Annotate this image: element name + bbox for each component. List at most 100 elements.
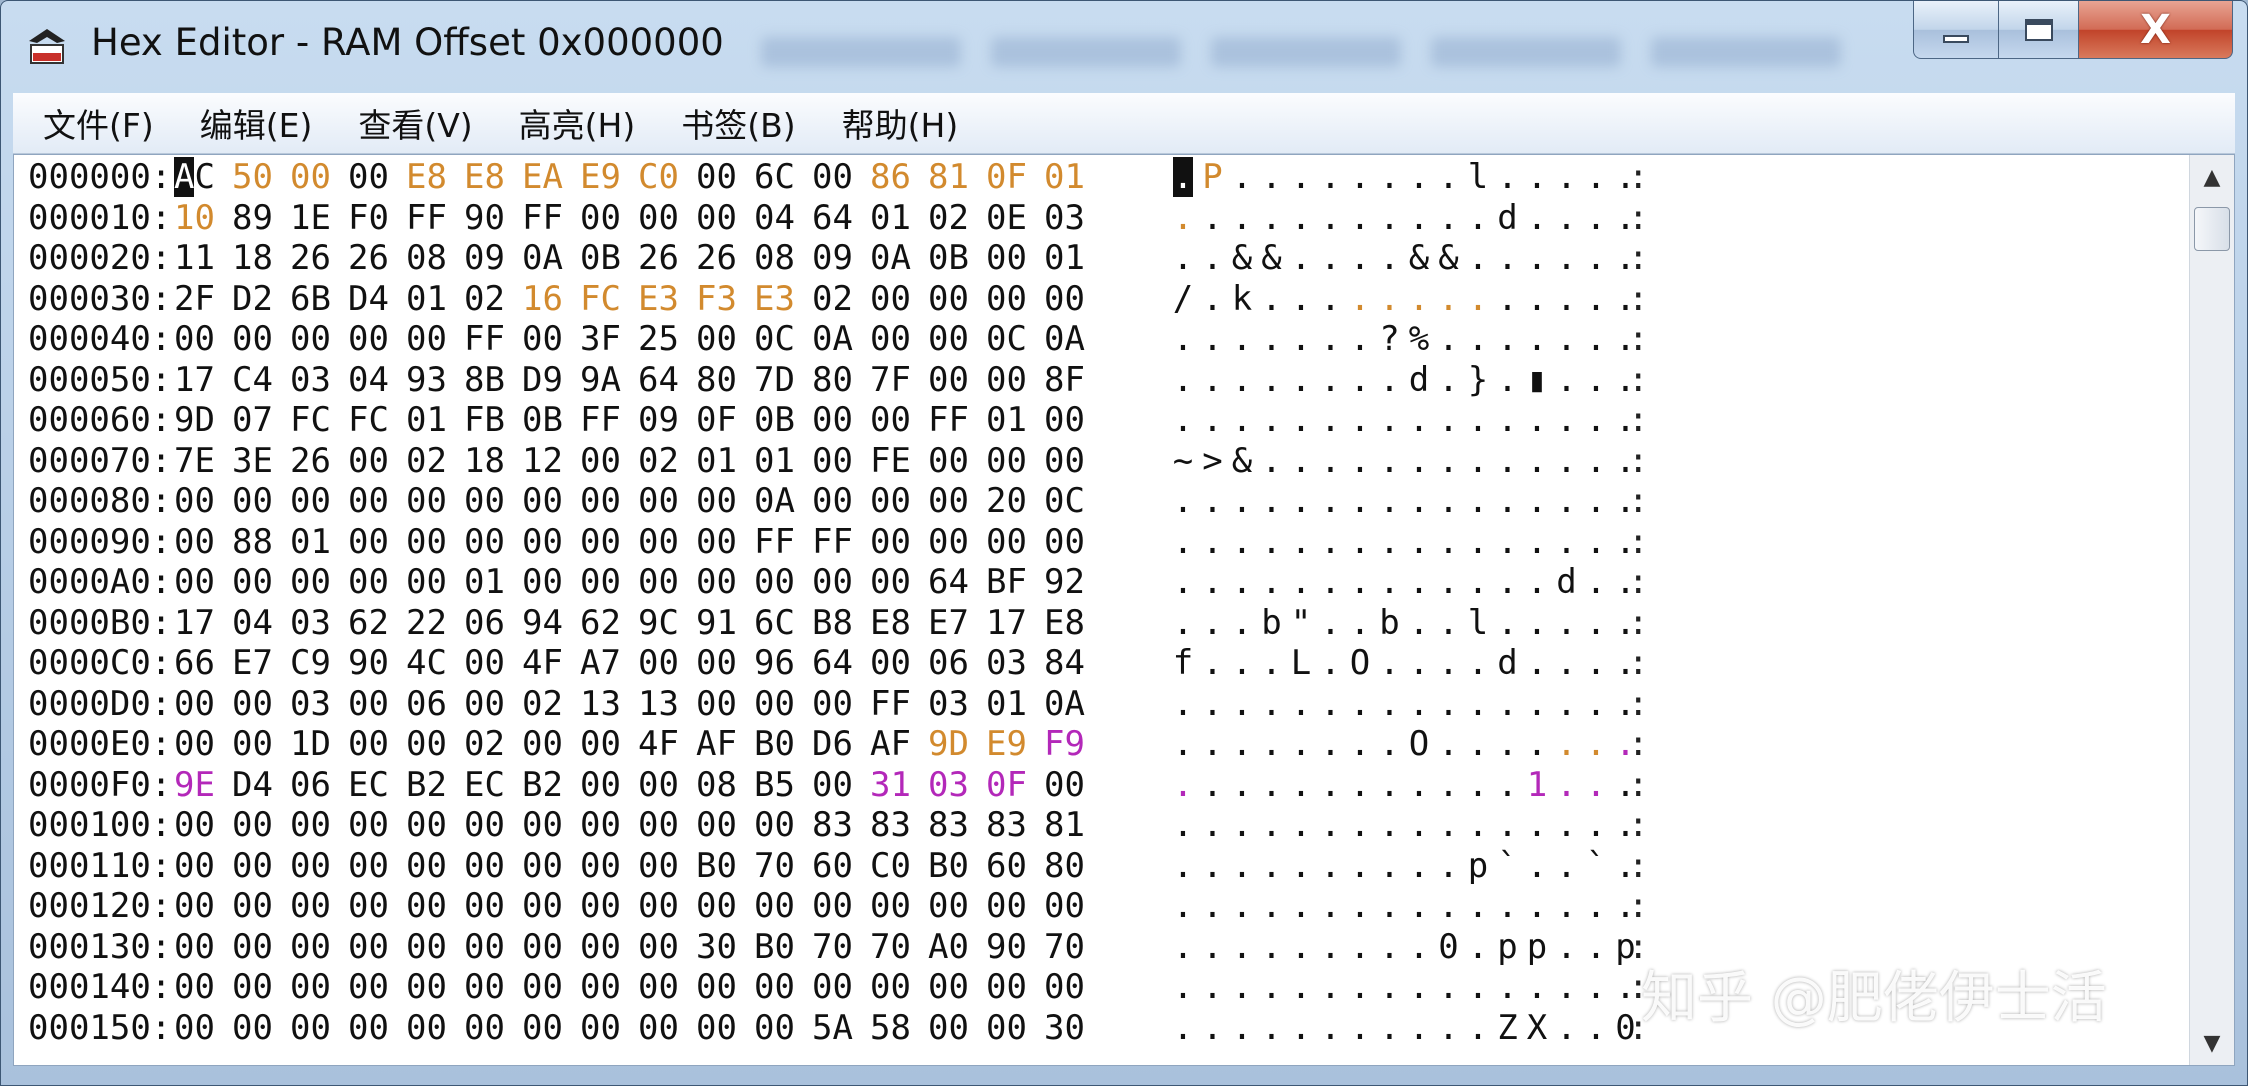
hex-byte[interactable]: E9 (580, 157, 621, 197)
hex-byte[interactable]: A7 (580, 643, 621, 683)
ascii-char[interactable]: . (1316, 441, 1346, 481)
hex-byte[interactable]: 00 (522, 886, 563, 926)
hex-byte[interactable]: 00 (696, 684, 737, 724)
ascii-char[interactable]: . (1611, 441, 1641, 481)
scroll-down-arrow-icon[interactable]: ▼ (2190, 1021, 2234, 1065)
hex-byte[interactable]: 91 (696, 603, 737, 643)
hex-byte[interactable]: 00 (406, 562, 447, 602)
hex-byte[interactable]: 83 (870, 805, 911, 845)
hex-byte[interactable]: 80 (812, 360, 853, 400)
ascii-char[interactable]: . (1375, 562, 1405, 602)
hex-byte[interactable]: 00 (232, 886, 273, 926)
ascii-char[interactable]: . (1434, 684, 1464, 724)
hex-byte[interactable]: 00 (638, 846, 679, 886)
ascii-char[interactable]: . (1552, 684, 1582, 724)
scroll-up-arrow-icon[interactable]: ▲ (2190, 155, 2234, 199)
hex-byte[interactable]: 9E (174, 765, 215, 805)
hex-byte[interactable]: 00 (580, 886, 621, 926)
ascii-char[interactable]: . (1227, 846, 1257, 886)
hex-byte[interactable]: 00 (638, 522, 679, 562)
hex-byte[interactable]: 0A (870, 238, 911, 278)
ascii-char[interactable]: . (1345, 562, 1375, 602)
ascii-char[interactable]: P (1198, 157, 1228, 197)
hex-byte[interactable]: 00 (174, 805, 215, 845)
hex-byte[interactable]: 0F (696, 400, 737, 440)
ascii-char[interactable]: . (1375, 765, 1405, 805)
ascii-char[interactable]: . (1286, 319, 1316, 359)
ascii-char[interactable]: . (1198, 400, 1228, 440)
ascii-char[interactable]: . (1434, 481, 1464, 521)
hex-byte[interactable]: 00 (348, 846, 389, 886)
ascii-char[interactable]: . (1316, 157, 1346, 197)
hex-byte[interactable]: 00 (348, 1008, 389, 1048)
hex-byte[interactable]: 00 (290, 1008, 331, 1048)
hex-byte[interactable]: 00 (348, 684, 389, 724)
ascii-char[interactable]: . (1611, 603, 1641, 643)
hex-byte[interactable]: EC (348, 765, 389, 805)
hex-byte[interactable]: 03 (1044, 198, 1085, 238)
hex-byte[interactable]: 00 (928, 481, 969, 521)
hex-byte[interactable]: 06 (928, 643, 969, 683)
ascii-char[interactable]: ~ (1168, 441, 1198, 481)
hex-byte[interactable]: 80 (1044, 846, 1085, 886)
hex-byte[interactable]: 08 (754, 238, 795, 278)
ascii-char[interactable]: . (1375, 481, 1405, 521)
ascii-char[interactable]: . (1581, 724, 1611, 764)
hex-byte[interactable]: 02 (928, 198, 969, 238)
ascii-char[interactable]: . (1198, 684, 1228, 724)
hex-byte[interactable]: 0E (986, 198, 1027, 238)
ascii-char[interactable]: . (1257, 886, 1287, 926)
hex-byte[interactable]: 00 (406, 846, 447, 886)
hex-byte[interactable]: 00 (580, 805, 621, 845)
ascii-char[interactable]: . (1552, 441, 1582, 481)
hex-byte[interactable]: 0B (522, 400, 563, 440)
ascii-char[interactable]: . (1345, 400, 1375, 440)
hex-byte[interactable]: 00 (696, 319, 737, 359)
hex-byte[interactable]: 64 (812, 198, 853, 238)
ascii-char[interactable]: . (1611, 319, 1641, 359)
ascii-char[interactable]: . (1522, 238, 1552, 278)
hex-byte[interactable]: 00 (696, 643, 737, 683)
hex-byte[interactable]: 00 (464, 684, 505, 724)
ascii-char[interactable]: . (1493, 279, 1523, 319)
ascii-char[interactable]: . (1168, 724, 1198, 764)
ascii-char[interactable]: . (1375, 805, 1405, 845)
hex-byte[interactable]: 00 (754, 886, 795, 926)
hex-byte[interactable]: 00 (174, 967, 215, 1007)
ascii-char[interactable]: . (1257, 967, 1287, 1007)
hex-byte[interactable]: 00 (464, 846, 505, 886)
hex-byte[interactable]: 70 (1044, 927, 1085, 967)
ascii-char[interactable]: . (1611, 400, 1641, 440)
hex-byte[interactable]: 0F (986, 157, 1027, 197)
ascii-char[interactable]: . (1345, 198, 1375, 238)
hex-byte[interactable]: 7D (754, 360, 795, 400)
ascii-char[interactable]: . (1198, 886, 1228, 926)
hex-byte[interactable]: 16 (522, 279, 563, 319)
ascii-char[interactable]: . (1316, 1008, 1346, 1048)
ascii-char[interactable]: . (1493, 805, 1523, 845)
hex-byte[interactable]: 00 (406, 805, 447, 845)
ascii-char[interactable]: p (1611, 927, 1641, 967)
hex-byte[interactable]: 00 (638, 765, 679, 805)
ascii-char[interactable]: . (1198, 846, 1228, 886)
ascii-char[interactable]: . (1168, 805, 1198, 845)
ascii-char[interactable]: . (1316, 198, 1346, 238)
ascii-char[interactable]: . (1257, 927, 1287, 967)
ascii-char[interactable]: . (1168, 967, 1198, 1007)
ascii-char[interactable]: . (1168, 927, 1198, 967)
ascii-char[interactable]: . (1286, 927, 1316, 967)
ascii-char[interactable]: . (1522, 481, 1552, 521)
hex-byte[interactable]: 00 (522, 319, 563, 359)
hex-byte[interactable]: 00 (232, 562, 273, 602)
ascii-char[interactable]: . (1522, 805, 1552, 845)
scroll-thumb[interactable] (2194, 207, 2230, 251)
ascii-char[interactable]: f (1168, 643, 1198, 683)
ascii-char[interactable]: & (1257, 238, 1287, 278)
hex-byte[interactable]: 00 (232, 805, 273, 845)
ascii-char[interactable]: . (1463, 805, 1493, 845)
ascii-char[interactable]: . (1316, 927, 1346, 967)
ascii-char[interactable]: . (1611, 805, 1641, 845)
ascii-char[interactable]: . (1611, 724, 1641, 764)
hex-byte[interactable]: B0 (696, 846, 737, 886)
title-bar[interactable]: Hex Editor - RAM Offset 0x000000 X (1, 1, 2247, 89)
